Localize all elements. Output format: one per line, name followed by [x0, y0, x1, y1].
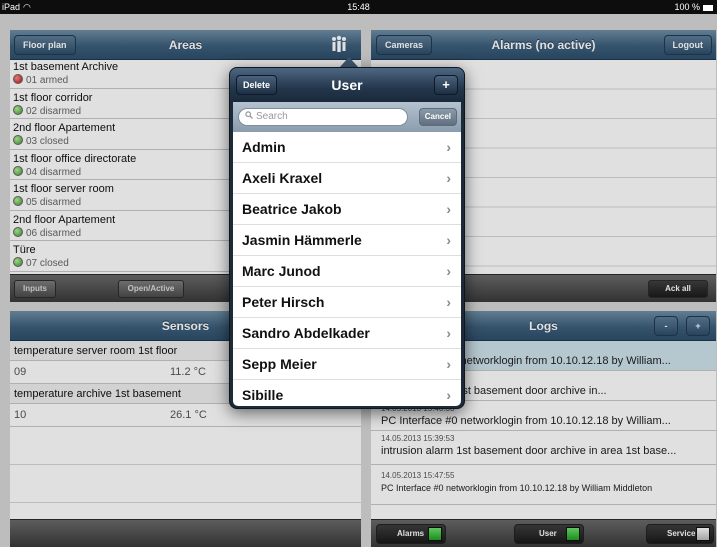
status-bar: iPad ◠ 15:48 100 %: [0, 0, 717, 14]
clock: 15:48: [347, 2, 370, 12]
user-row[interactable]: Jasmin Hämmerle ›: [233, 225, 461, 256]
user-name: Admin: [242, 139, 286, 155]
search-icon: [245, 109, 253, 125]
chevron-right-icon: ›: [446, 325, 451, 341]
user-row[interactable]: Sepp Meier ›: [233, 349, 461, 380]
user-row[interactable]: Beatrice Jakob ›: [233, 194, 461, 225]
chevron-right-icon: ›: [446, 201, 451, 217]
user-row[interactable]: Admin ›: [233, 132, 461, 163]
user-name: Sandro Abdelkader: [242, 325, 370, 341]
ipad-screen: iPad ◠ 15:48 100 % Areas Floor plan 1st b…: [0, 0, 717, 547]
user-row[interactable]: Axeli Kraxel ›: [233, 163, 461, 194]
search-bar: Search Cancel: [233, 102, 461, 132]
chevron-right-icon: ›: [446, 170, 451, 186]
chevron-right-icon: ›: [446, 356, 451, 372]
user-name: Peter Hirsch: [242, 294, 325, 310]
user-name: Marc Junod: [242, 263, 321, 279]
user-row[interactable]: Marc Junod ›: [233, 256, 461, 287]
chevron-right-icon: ›: [446, 294, 451, 310]
user-row[interactable]: Sibille ›: [233, 380, 461, 406]
add-user-button[interactable]: +: [434, 75, 458, 95]
search-placeholder: Search: [256, 111, 288, 122]
chevron-right-icon: ›: [446, 139, 451, 155]
chevron-right-icon: ›: [446, 263, 451, 279]
user-row[interactable]: Peter Hirsch ›: [233, 287, 461, 318]
user-list: Admin › Axeli Kraxel › Beatrice Jakob › Jasmin…: [233, 132, 461, 406]
user-name: Sibille: [242, 387, 284, 403]
cancel-search-button[interactable]: Cancel: [418, 108, 457, 126]
user-name: Axeli Kraxel: [242, 170, 323, 186]
user-popover-header: User Delete +: [230, 68, 464, 102]
user-row[interactable]: Sandro Abdelkader ›: [233, 318, 461, 349]
user-popover: User Delete + Search Cancel Admin › Axeli …: [229, 67, 465, 409]
user-name: Beatrice Jakob: [242, 201, 342, 217]
delete-button[interactable]: Delete: [236, 75, 278, 95]
battery-percent: 100 %: [674, 2, 700, 12]
battery-icon: [703, 5, 713, 11]
user-name: Jasmin Hämmerle: [242, 232, 362, 248]
user-name: Sepp Meier: [242, 356, 317, 372]
search-input[interactable]: Search: [238, 108, 408, 126]
chevron-right-icon: ›: [446, 387, 451, 403]
status-bar-right: 100 %: [674, 0, 713, 14]
chevron-right-icon: ›: [446, 232, 451, 248]
